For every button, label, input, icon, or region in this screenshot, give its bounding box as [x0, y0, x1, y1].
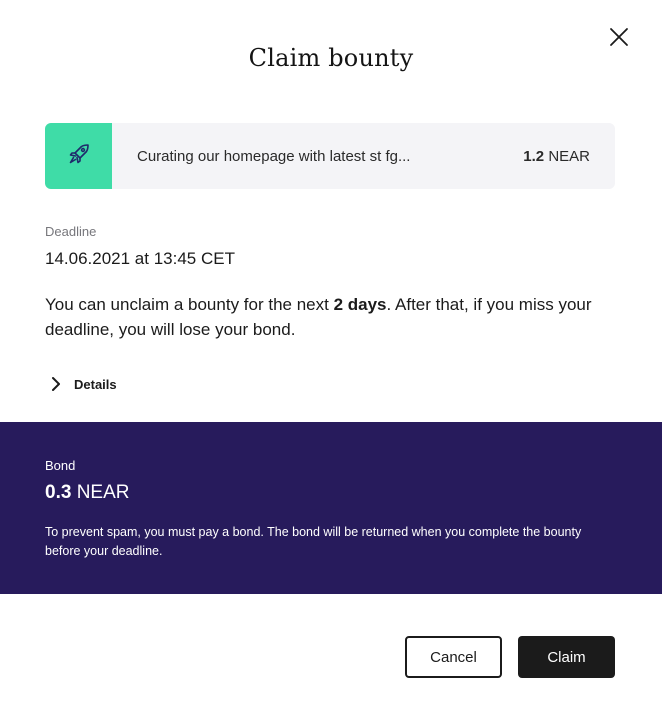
bounty-amount-currency: NEAR: [548, 147, 590, 165]
bond-note: To prevent spam, you must pay a bond. Th…: [45, 525, 582, 558]
bond-panel: Bond 0.3 NEAR To prevent spam, you must …: [0, 422, 662, 594]
unclaim-notice-prefix: You can unclaim a bounty for the next: [45, 295, 334, 314]
chevron-right-icon[interactable]: [45, 373, 67, 395]
bond-amount-currency: NEAR: [76, 482, 130, 503]
bounty-summary-card: Curating our homepage with latest st fg.…: [45, 123, 615, 189]
unclaim-notice: You can unclaim a bounty for the next 2 …: [45, 292, 615, 342]
deadline-label: Deadline: [45, 224, 97, 239]
dialog-title: Claim bounty: [248, 44, 414, 72]
cancel-button[interactable]: Cancel: [405, 636, 502, 678]
deadline-value: 14.06.2021 at 13:45 CET: [45, 249, 235, 268]
details-toggle[interactable]: Details: [45, 373, 117, 395]
bounty-icon-tile: [45, 123, 112, 189]
claim-button[interactable]: Claim: [518, 636, 615, 678]
bounty-description: Curating our homepage with latest st fg.…: [137, 147, 411, 165]
rocket-icon: [67, 142, 91, 171]
bond-label: Bond: [45, 458, 76, 473]
unclaim-notice-duration: 2 days: [333, 295, 387, 314]
bounty-amount-value: 1.2: [523, 147, 545, 165]
bond-amount-value: 0.3: [45, 482, 72, 503]
details-label[interactable]: Details: [74, 377, 117, 392]
bond-amount: 0.3 NEAR: [45, 482, 130, 504]
bounty-amount: 1.2 NEAR: [523, 148, 590, 165]
claim-bounty-dialog: Claim bounty Curating our homepage with …: [0, 0, 662, 728]
